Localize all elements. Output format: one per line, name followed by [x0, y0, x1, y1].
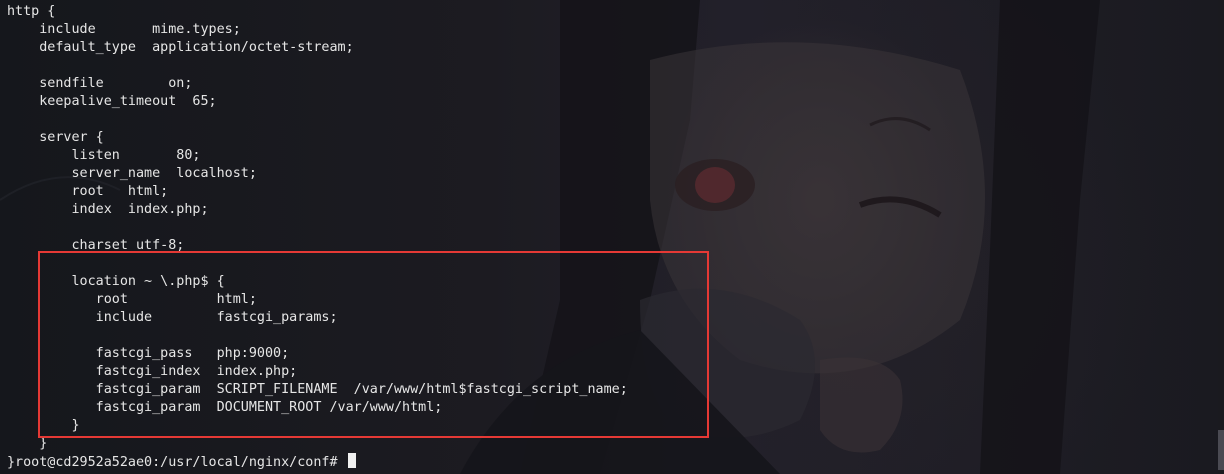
terminal-line: server { [7, 130, 104, 145]
terminal-window[interactable]: http { include mime.types; default_type … [0, 0, 1224, 474]
terminal-prompt-line[interactable]: }root@cd2952a52ae0:/usr/local/nginx/conf… [7, 453, 356, 471]
terminal-line: default_type application/octet-stream; [7, 40, 354, 55]
terminal-line: listen 80; [7, 148, 201, 163]
terminal-line: index index.php; [7, 202, 209, 217]
shell-prompt: }root@cd2952a52ae0:/usr/local/nginx/conf… [7, 455, 346, 470]
scrollbar-track[interactable] [1218, 0, 1224, 474]
highlight-annotation-box [38, 251, 709, 438]
terminal-line: keepalive_timeout 65; [7, 94, 217, 109]
terminal-line: include mime.types; [7, 22, 241, 37]
terminal-line: sendfile on; [7, 76, 193, 91]
terminal-line: http { [7, 4, 56, 19]
text-cursor [347, 453, 356, 468]
scrollbar-thumb[interactable] [1218, 430, 1224, 470]
terminal-line: root html; [7, 184, 169, 199]
terminal-line: server_name localhost; [7, 166, 257, 181]
